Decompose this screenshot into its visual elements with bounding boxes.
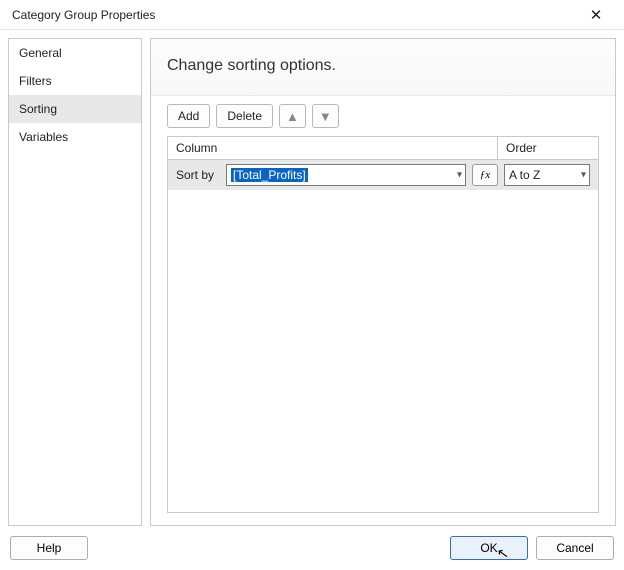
titlebar: Category Group Properties ✕ bbox=[0, 0, 624, 30]
add-button[interactable]: Add bbox=[167, 104, 210, 128]
dialog-footer: Help OK ↖ Cancel bbox=[0, 530, 624, 570]
sidebar-item-label: Filters bbox=[19, 74, 52, 88]
arrow-up-icon: ▲ bbox=[286, 109, 299, 124]
ok-button[interactable]: OK ↖ bbox=[450, 536, 528, 560]
delete-button-label: Delete bbox=[227, 109, 262, 123]
sort-row: Sort by [Total_Profits] ▾ ƒx A to Z ▾ bbox=[168, 160, 598, 190]
ok-button-label: OK bbox=[480, 541, 497, 555]
chevron-down-icon: ▾ bbox=[581, 170, 586, 181]
column-header-column: Column bbox=[168, 137, 498, 159]
window-title: Category Group Properties bbox=[12, 8, 576, 22]
sort-order-combo[interactable]: A to Z ▾ bbox=[504, 164, 590, 186]
sort-order-value: A to Z bbox=[509, 168, 540, 182]
dialog-body: General Filters Sorting Variables Change… bbox=[0, 30, 624, 530]
move-up-button[interactable]: ▲ bbox=[279, 104, 306, 128]
sidebar-item-sorting[interactable]: Sorting bbox=[9, 95, 141, 123]
arrow-down-icon: ▼ bbox=[319, 109, 332, 124]
sort-expression-combo[interactable]: [Total_Profits] ▾ bbox=[226, 164, 466, 186]
add-button-label: Add bbox=[178, 109, 199, 123]
main-panel: Change sorting options. Add Delete ▲ ▼ bbox=[150, 38, 616, 526]
delete-button[interactable]: Delete bbox=[216, 104, 273, 128]
expression-builder-button[interactable]: ƒx bbox=[472, 164, 498, 186]
sidebar-item-filters[interactable]: Filters bbox=[9, 67, 141, 95]
sort-row-label: Sort by bbox=[176, 168, 220, 182]
dialog-window: Category Group Properties ✕ General Filt… bbox=[0, 0, 624, 570]
sort-grid: Column Order Sort by [Total_Profits] ▾ ƒ… bbox=[167, 136, 599, 513]
sidebar-item-label: Variables bbox=[19, 130, 68, 144]
main-content: Add Delete ▲ ▼ Column O bbox=[151, 96, 615, 525]
sort-expression-value: [Total_Profits] bbox=[231, 168, 308, 182]
cursor-icon: ↖ bbox=[496, 544, 511, 563]
sidebar-item-label: General bbox=[19, 46, 62, 60]
close-button[interactable]: ✕ bbox=[576, 1, 616, 29]
fx-icon: ƒx bbox=[480, 169, 490, 181]
page-heading: Change sorting options. bbox=[167, 57, 599, 75]
sort-toolbar: Add Delete ▲ ▼ bbox=[167, 104, 599, 128]
close-icon: ✕ bbox=[590, 6, 603, 24]
nav-sidebar: General Filters Sorting Variables bbox=[8, 38, 142, 526]
help-button-label: Help bbox=[37, 541, 62, 555]
main-header: Change sorting options. bbox=[151, 39, 615, 96]
column-header-order: Order bbox=[498, 137, 598, 159]
sort-grid-empty-area bbox=[168, 190, 598, 512]
move-down-button[interactable]: ▼ bbox=[312, 104, 339, 128]
sidebar-item-variables[interactable]: Variables bbox=[9, 123, 141, 151]
cancel-button-label: Cancel bbox=[556, 541, 593, 555]
sidebar-item-general[interactable]: General bbox=[9, 39, 141, 67]
sidebar-item-label: Sorting bbox=[19, 102, 57, 116]
sort-grid-header: Column Order bbox=[168, 137, 598, 160]
help-button[interactable]: Help bbox=[10, 536, 88, 560]
cancel-button[interactable]: Cancel bbox=[536, 536, 614, 560]
chevron-down-icon: ▾ bbox=[457, 170, 462, 181]
